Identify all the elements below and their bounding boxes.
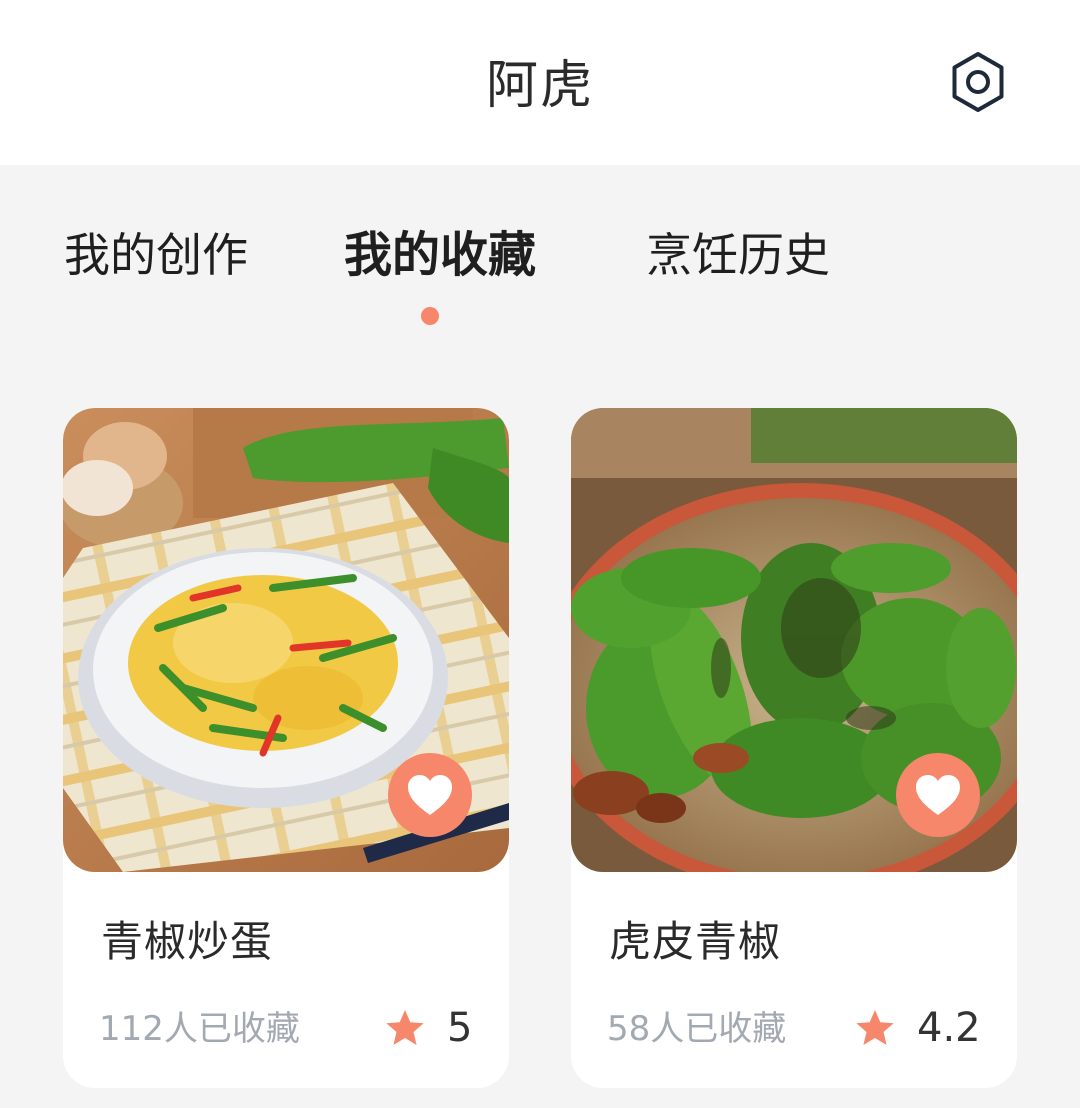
rating: 5 [385, 1000, 472, 1056]
page-title: 阿虎 [485, 56, 594, 116]
star-icon [386, 1010, 424, 1045]
favorites-count: 112人已收藏 [99, 1009, 300, 1049]
rating: 4.2 [855, 1000, 981, 1056]
favorite-button[interactable] [896, 753, 980, 837]
rating-value: 4.2 [917, 1005, 981, 1051]
tab-cooking-history[interactable]: 烹饪历史 [646, 223, 830, 287]
rating-value: 5 [447, 1005, 473, 1051]
top-bar: 阿虎 [0, 0, 1080, 165]
recipe-card[interactable]: 虎皮青椒 58人已收藏 4.2 [571, 408, 1017, 1088]
star-icon [856, 1010, 894, 1045]
recipe-title: 青椒炒蛋 [101, 917, 274, 966]
tab-my-creations[interactable]: 我的创作 [64, 223, 248, 287]
recipe-card[interactable]: 青椒炒蛋 112人已收藏 5 [63, 408, 509, 1088]
tab-my-favorites[interactable]: 我的收藏 [344, 223, 536, 287]
heart-icon [408, 775, 452, 815]
settings-button[interactable] [940, 44, 1016, 120]
recipe-title: 虎皮青椒 [609, 917, 782, 966]
favorite-button[interactable] [388, 753, 472, 837]
tab-bar: 我的创作 我的收藏 烹饪历史 [0, 165, 1080, 335]
heart-icon [916, 775, 960, 815]
gear-icon [952, 52, 1004, 112]
favorites-count: 58人已收藏 [607, 1009, 787, 1049]
active-tab-indicator [421, 307, 439, 325]
